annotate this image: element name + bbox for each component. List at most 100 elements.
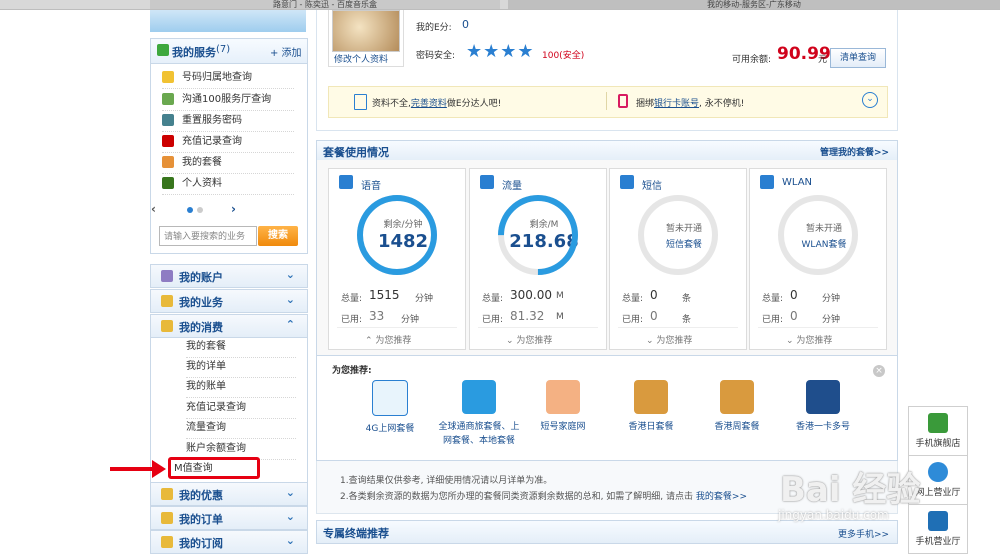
menu-group-label: 我的订单: [179, 513, 223, 526]
recommend-hk-multi-number[interactable]: 香港一卡多号: [778, 380, 868, 434]
carousel-prev-icon[interactable]: ‹: [151, 202, 156, 216]
bind-bank-link[interactable]: 银行卡账号: [654, 99, 699, 109]
service-banner: [150, 10, 306, 32]
balance-unit: 元: [818, 55, 828, 65]
submenu-my-detail[interactable]: 我的详单: [186, 357, 296, 378]
recommend-link[interactable]: ⌄ 为您推荐: [506, 333, 552, 346]
submenu-data-query[interactable]: 流量查询: [186, 418, 296, 439]
menu-group-order[interactable]: 我的订单 ⌄: [150, 506, 308, 530]
used-unit: M: [556, 312, 564, 322]
security-value: 100(安全): [542, 51, 585, 61]
notice-text: 做E分达人吧!: [446, 99, 502, 109]
menu-group-label: 我的优惠: [179, 489, 223, 502]
bill-query-button[interactable]: 清单查询: [830, 48, 886, 68]
menu-group-discount[interactable]: 我的优惠 ⌄: [150, 482, 308, 506]
submenu-my-package[interactable]: 我的套餐: [186, 337, 296, 358]
package-type-icon: [760, 175, 774, 189]
services-title: 我的服务: [172, 46, 216, 59]
service-item-label: 号码归属地查询: [182, 72, 252, 83]
recommend-link-label: 为您推荐: [656, 336, 693, 346]
consume-icon: [161, 320, 173, 332]
service-item-label: 我的套餐: [182, 157, 222, 168]
submenu-recharge-record[interactable]: 充值记录查询: [186, 398, 296, 419]
terminal-header: [316, 520, 898, 544]
package-card-title: 语音: [361, 181, 381, 192]
usage-ring-arc: [778, 195, 858, 275]
service-item-my-package[interactable]: 我的套餐: [162, 153, 294, 174]
used-label: 已用:: [762, 315, 784, 325]
order-icon: [161, 512, 173, 524]
annotation-arrow-head: [152, 460, 166, 478]
recommend-family-net[interactable]: 短号家庭网: [518, 380, 608, 434]
services-add-button[interactable]: + 添加: [270, 44, 302, 59]
baidu-watermark-url: jingyan.baidu.com: [778, 508, 889, 522]
recommend-link-label: 为您推荐: [516, 336, 553, 346]
service-item-reset-password[interactable]: 重置服务密码: [162, 111, 294, 132]
submenu-my-bill[interactable]: 我的账单: [186, 377, 296, 398]
4g-icon: [372, 380, 408, 416]
recommend-gotone-package[interactable]: 全球通商旅套餐、上 网套餐、本地套餐: [430, 380, 528, 448]
used-unit: 分钟: [822, 315, 841, 325]
manage-package-link[interactable]: 管理我的套餐>>: [820, 145, 889, 158]
baidu-watermark: Bai 经验: [780, 470, 921, 510]
chevron-down-icon: ⌄: [285, 510, 295, 523]
recommend-hk-week[interactable]: 香港周套餐: [692, 380, 782, 434]
chevron-down-icon: ⌄: [285, 534, 295, 547]
e-points-value: 0: [462, 18, 469, 31]
service-item-recharge-record[interactable]: 充值记录查询: [162, 132, 294, 153]
card-divider: [618, 327, 738, 328]
recommend-title: 为您推荐:: [332, 366, 372, 376]
expand-chevron-icon[interactable]: ⌄: [862, 92, 878, 108]
service-item-personal-info[interactable]: 个人资料: [162, 174, 294, 195]
chevron-up-icon: ⌃: [285, 318, 295, 331]
service-search-button[interactable]: 搜索: [258, 226, 298, 246]
total-label: 总量:: [622, 294, 644, 304]
menu-group-subscribe[interactable]: 我的订阅 ⌄: [150, 530, 308, 554]
float-mobile-hall[interactable]: 手机营业厅: [908, 504, 968, 554]
used-value: 0: [790, 309, 798, 323]
edit-profile-link[interactable]: 修改个人资料: [334, 52, 388, 65]
service-search-input[interactable]: 请输入要搜索的业务: [159, 226, 257, 246]
service-item-hall-query[interactable]: 沟通100服务厅查询: [162, 90, 294, 111]
recommend-hk-day[interactable]: 香港日套餐: [606, 380, 696, 434]
carousel-next-icon[interactable]: ›: [231, 202, 236, 216]
recommend-link-label: 为您推荐: [796, 336, 833, 346]
browser-tab-music[interactable]: 路意门 - 陈奕迅 - 百度音乐盒: [150, 0, 500, 9]
recommend-link[interactable]: ⌄ 为您推荐: [646, 333, 692, 346]
note-text: 2.各类剩余资源的数据为您所办理的套餐同类资源剩余数据的总和, 如需了解明细, …: [340, 492, 694, 502]
used-value: 0: [650, 309, 658, 323]
carousel-dot[interactable]: [197, 207, 203, 213]
carousel-dot-active[interactable]: [187, 207, 193, 213]
card-divider: [337, 327, 457, 328]
float-flagship-store[interactable]: 手机旗舰店: [908, 406, 968, 456]
menu-group-account[interactable]: 我的账户 ⌄: [150, 264, 308, 288]
hall-icon: [162, 93, 174, 105]
total-unit: M: [556, 291, 564, 301]
notice-bank: 捆绑银行卡账号, 永不停机!: [636, 96, 744, 109]
menu-group-label: 我的业务: [179, 296, 223, 309]
total-unit: 条: [682, 294, 692, 304]
package-type-icon: [339, 175, 353, 189]
close-icon[interactable]: ×: [873, 365, 885, 377]
menu-group-consume[interactable]: 我的消费 ⌃: [150, 314, 308, 338]
service-item-number-location[interactable]: 号码归属地查询: [162, 68, 294, 89]
shopping-bag-icon: [462, 380, 496, 414]
total-label: 总量:: [762, 294, 784, 304]
browser-tab-mobile[interactable]: 我的移动-服务区-广东移动: [508, 0, 1000, 9]
recommend-link[interactable]: ⌃ 为您推荐: [365, 333, 411, 346]
service-item-label: 充值记录查询: [182, 136, 242, 147]
package-card-2: 短信 暂未开通 短信套餐 总量: 0 条 已用: 0 条 ⌄ 为您推荐: [609, 168, 747, 350]
menu-group-business[interactable]: 我的业务 ⌄: [150, 289, 308, 313]
location-icon: [162, 71, 174, 83]
chat-icon: [928, 462, 948, 482]
usage-ring-arc: [638, 195, 718, 275]
total-value: 300.00: [510, 288, 552, 302]
my-package-link[interactable]: 我的套餐>>: [696, 492, 747, 502]
document-icon: [354, 94, 367, 110]
balance-label: 可用余额:: [732, 55, 772, 65]
complete-profile-link[interactable]: 完善资料: [411, 99, 447, 109]
recommend-4g-package[interactable]: 4G上网套餐: [345, 380, 435, 436]
package-card-1: 流量 剩余/M 218.68 总量: 300.00 M 已用: 81.32 M …: [469, 168, 607, 350]
recommend-link[interactable]: ⌄ 为您推荐: [786, 333, 832, 346]
more-phones-link[interactable]: 更多手机>>: [838, 527, 889, 540]
